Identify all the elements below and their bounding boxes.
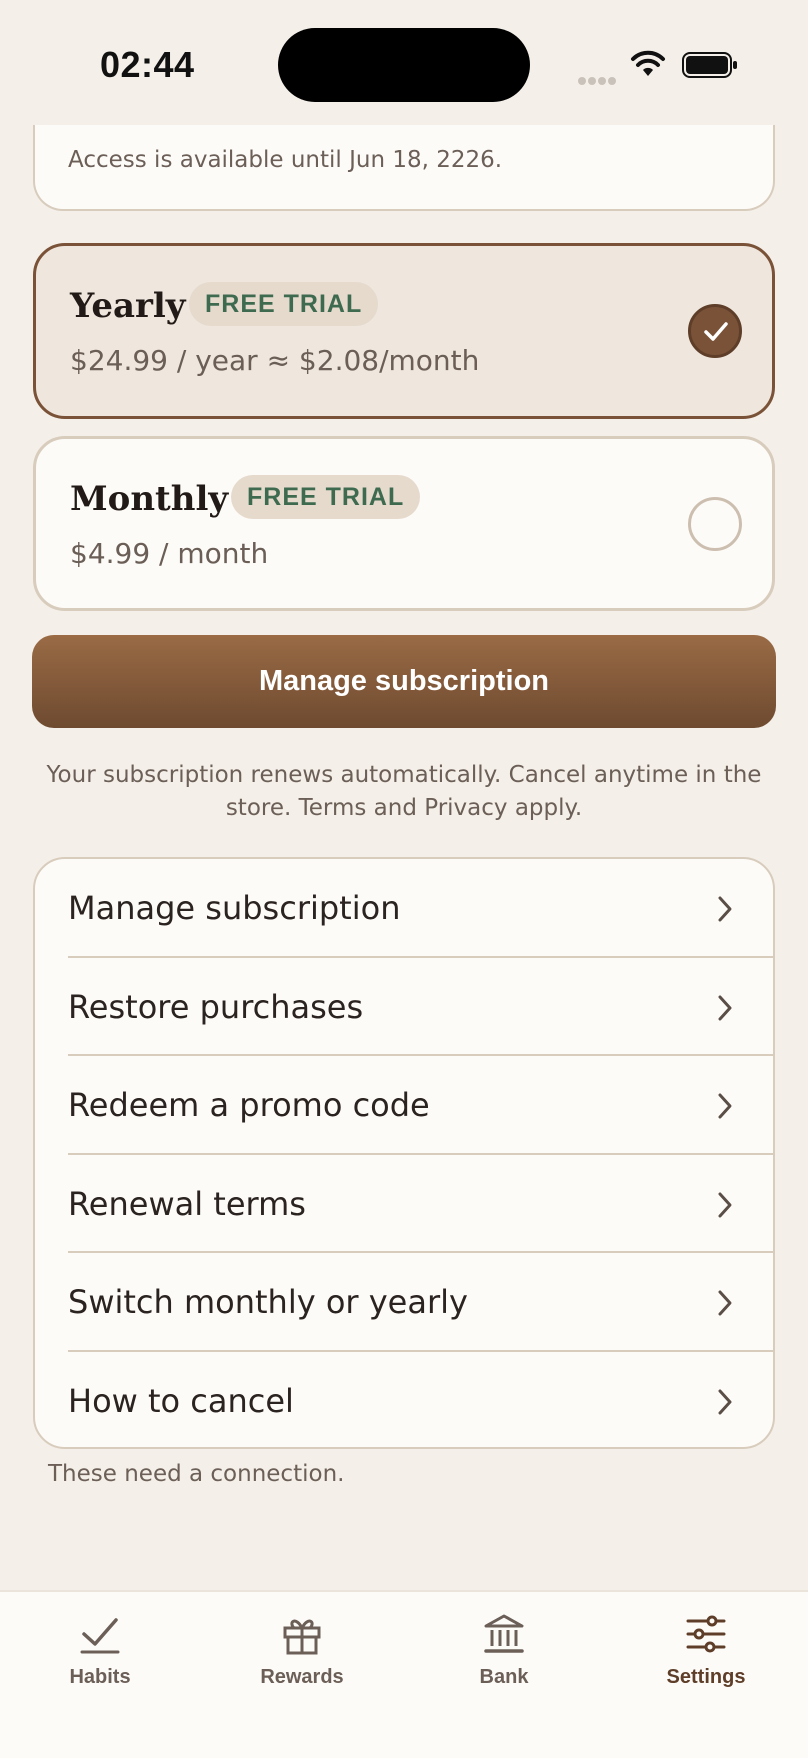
tab-rewards[interactable]: Rewards <box>222 1612 382 1689</box>
plan-radio-selected[interactable] <box>688 304 742 358</box>
list-item-manage-subscription[interactable]: Manage subscription <box>35 859 773 958</box>
list-item-label: Redeem a promo code <box>68 1086 430 1124</box>
list-item-redeem-promo-code[interactable]: Redeem a promo code <box>35 1056 773 1155</box>
free-trial-badge: FREE TRIAL <box>189 282 379 326</box>
access-availability-text: Access is available until Jun 18, 2226. <box>68 147 503 173</box>
chevron-right-icon <box>718 1192 732 1217</box>
battery-icon <box>682 52 737 78</box>
list-item-label: Manage subscription <box>68 889 401 927</box>
sliders-icon <box>686 1615 726 1653</box>
tab-label: Habits <box>69 1666 131 1688</box>
connection-footnote: These need a connection. <box>48 1461 345 1487</box>
tab-settings[interactable]: Settings <box>626 1612 786 1689</box>
cellular-signal-icon <box>578 70 618 89</box>
plan-name: Yearly <box>70 286 186 326</box>
bank-icon <box>484 1614 524 1653</box>
chevron-right-icon <box>718 1093 732 1119</box>
list-item-label: Switch monthly or yearly <box>68 1283 468 1321</box>
tab-habits[interactable]: Habits <box>20 1612 180 1689</box>
tab-label: Rewards <box>260 1666 344 1688</box>
tab-bar: Habits Rewards Bank Settings <box>0 1590 808 1758</box>
tab-label: Bank <box>479 1666 529 1688</box>
plan-name: Monthly <box>70 479 229 519</box>
chevron-right-icon <box>718 1290 732 1316</box>
plan-card-monthly[interactable]: Monthly FREE TRIAL $4.99 / month <box>33 436 775 611</box>
chevron-right-icon <box>718 896 732 922</box>
status-time: 02:44 <box>100 44 195 85</box>
free-trial-badge: FREE TRIAL <box>231 475 421 519</box>
status-bar: 02:44 <box>0 0 808 125</box>
list-item-switch-plan[interactable]: Switch monthly or yearly <box>35 1253 773 1352</box>
list-item-label: How to cancel <box>68 1381 294 1420</box>
wifi-icon <box>631 50 665 76</box>
plan-price: $24.99 / year ≈ $2.08/month <box>70 344 480 377</box>
plan-radio-unselected[interactable] <box>688 497 742 551</box>
subscription-options-list: Manage subscription Restore purchases Re… <box>33 857 775 1449</box>
manage-subscription-button[interactable]: Manage subscription <box>32 635 776 728</box>
chevron-right-icon <box>718 995 732 1020</box>
tab-bank[interactable]: Bank <box>424 1612 584 1689</box>
list-item-renewal-terms[interactable]: Renewal terms <box>35 1155 773 1253</box>
list-item-label: Renewal terms <box>68 1184 306 1223</box>
gift-icon <box>283 1619 321 1655</box>
dynamic-island <box>278 28 530 102</box>
plan-price: $4.99 / month <box>70 537 269 570</box>
renewal-fine-print: Your subscription renews automatically. … <box>46 762 762 821</box>
chevron-right-icon <box>718 1389 732 1414</box>
checkmark-icon <box>80 1618 120 1654</box>
tab-label: Settings <box>666 1666 746 1688</box>
list-item-restore-purchases[interactable]: Restore purchases <box>35 958 773 1056</box>
checkmark-icon <box>704 322 728 341</box>
plan-card-yearly[interactable]: Yearly FREE TRIAL $24.99 / year ≈ $2.08/… <box>33 243 775 419</box>
list-item-label: Restore purchases <box>68 987 364 1026</box>
list-item-how-to-cancel[interactable]: How to cancel <box>35 1352 773 1448</box>
